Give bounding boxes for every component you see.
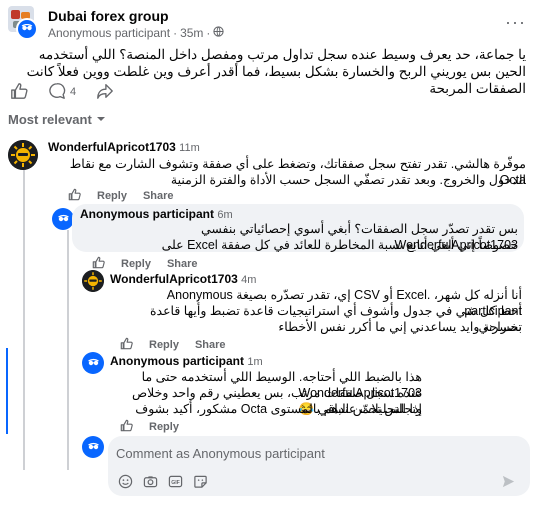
comment-count: 4 [70,86,77,98]
reply-button[interactable]: Reply [121,258,151,270]
comment-text: بصراحة وايد يساعدني إني ما أكرر نفس الأخ… [278,320,522,334]
share-button[interactable] [96,82,114,103]
share-button[interactable]: Share [143,190,174,202]
camera-icon[interactable] [143,474,158,489]
composer-avatar [82,436,104,458]
more-options-icon[interactable]: ··· [505,12,526,33]
svg-text:GIF: GIF [171,480,180,486]
share-icon [96,82,114,103]
comment-text: إذا التحليلات عندهم بالمستوى Octa مشكور،… [135,402,422,416]
like-icon[interactable] [68,188,81,204]
active-thread-indicator [6,348,8,434]
post-header: Dubai forex group Anonymous participant … [8,6,528,42]
sort-dropdown[interactable]: Most relevant [8,112,106,127]
reply-button[interactable]: Reply [149,421,179,433]
comment-time[interactable]: 6m [217,209,232,221]
group-name[interactable]: Dubai forex group [48,8,169,24]
reply-button[interactable]: Reply [97,190,127,202]
composer-tools: GIF [118,474,208,489]
like-icon [10,82,28,103]
share-button[interactable]: Share [195,339,226,351]
comment-button[interactable]: 4 [48,82,76,103]
chevron-down-icon [96,112,106,127]
comment-time[interactable]: 1m [247,356,262,368]
thread-line [67,230,69,470]
comment-actions: Reply Share [120,337,226,353]
comment-actions: Reply Share [68,188,174,204]
avatar[interactable] [52,208,74,230]
avatar[interactable] [82,270,104,292]
like-button[interactable] [10,82,28,103]
gif-icon[interactable]: GIF [168,474,183,489]
comment-text: الدخول والخروج. وبعد تقدر تصفّي السجل حس… [170,173,526,187]
sticker-icon[interactable] [193,474,208,489]
post-actions: 4 [10,82,114,102]
post-time[interactable]: 35m [180,26,203,40]
reply-button[interactable]: Reply [149,339,179,351]
comment-author[interactable]: Anonymous participant 6m [80,207,233,221]
send-icon[interactable] [501,474,516,492]
comment-input[interactable]: Comment as Anonymous participant [116,446,325,461]
sort-label: Most relevant [8,112,92,127]
comment-text: خصوصاً إني أبغي أتابع نسبة المخاطرة للعا… [161,238,518,252]
post-author[interactable]: Anonymous participant [48,26,170,40]
comment-actions: Reply [120,419,179,435]
comment-actions: Reply Share [92,256,198,272]
share-button[interactable]: Share [167,258,198,270]
thread-line [23,170,25,470]
emoji-icon[interactable] [118,474,133,489]
comment-author[interactable]: Anonymous participant 1m [110,354,263,368]
comment-time[interactable]: 11m [179,142,200,154]
comment-author[interactable]: WonderfulApricot1703 11m [48,140,200,154]
avatar[interactable] [8,140,38,170]
post-meta: Anonymous participant · 35m · [48,26,225,40]
comment-icon [48,82,66,103]
like-icon[interactable] [120,337,133,353]
comment-composer[interactable]: Comment as Anonymous participant GIF [108,436,530,496]
globe-icon [213,26,225,40]
avatar[interactable] [82,352,104,374]
comment-time[interactable]: 4m [241,274,256,286]
comment-author[interactable]: WonderfulApricot1703 4m [110,272,256,286]
anonymous-avatar-icon [16,18,38,40]
like-icon[interactable] [120,419,133,435]
